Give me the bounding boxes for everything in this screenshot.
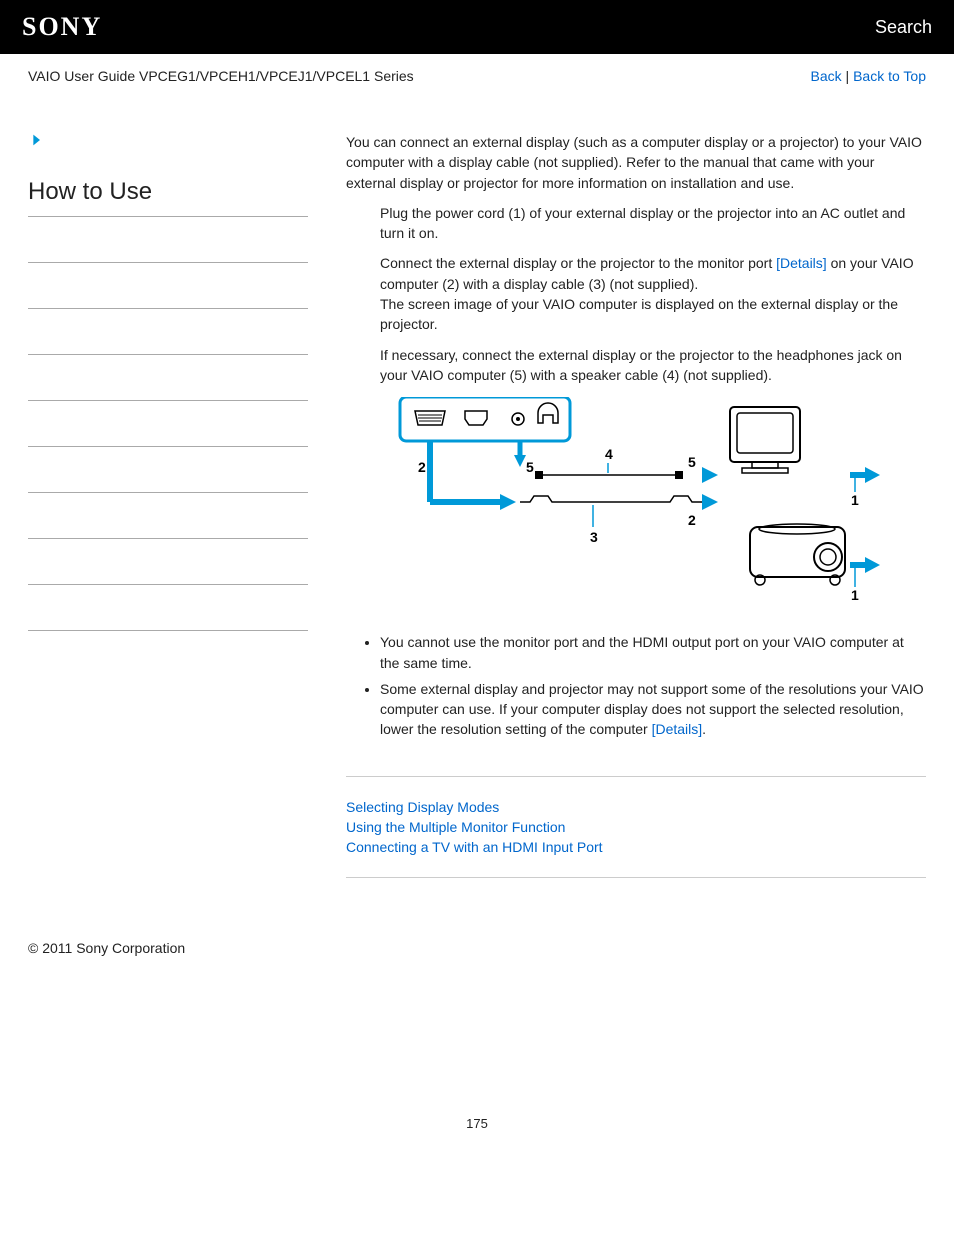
diagram-label-1b: 1 (851, 587, 859, 603)
sidebar-row[interactable] (28, 401, 308, 447)
steps: Plug the power cord (1) of your external… (346, 203, 926, 385)
diagram-label-5: 5 (526, 459, 534, 475)
intro-paragraph: You can connect an external display (suc… (346, 132, 926, 193)
sidebar-title: How to Use (28, 178, 308, 217)
step-2-text-c: The screen image of your VAIO computer i… (380, 296, 898, 332)
guide-title: VAIO User Guide VPCEG1/VPCEH1/VPCEJ1/VPC… (28, 68, 414, 84)
back-to-top-link[interactable]: Back to Top (853, 68, 926, 84)
chevron-right-icon[interactable] (28, 132, 44, 148)
step-2-text-a: Connect the external display or the proj… (380, 255, 776, 271)
note-text-b: . (702, 721, 706, 737)
related-link[interactable]: Using the Multiple Monitor Function (346, 819, 926, 835)
related-link[interactable]: Selecting Display Modes (346, 799, 926, 815)
breadcrumb-row: VAIO User Guide VPCEG1/VPCEH1/VPCEJ1/VPC… (0, 54, 954, 92)
diagram-label-1a: 1 (851, 492, 859, 508)
copyright: © 2011 Sony Corporation (0, 900, 954, 996)
sidebar-row[interactable] (28, 539, 308, 585)
related-links: Selecting Display Modes Using the Multip… (346, 799, 926, 855)
nav-links: Back | Back to Top (811, 68, 926, 84)
content: How to Use You can connect an external d… (0, 92, 954, 900)
sidebar-row[interactable] (28, 493, 308, 539)
diagram-label-3: 3 (590, 529, 598, 545)
note-item: Some external display and projector may … (380, 679, 926, 740)
divider (346, 877, 926, 878)
details-link[interactable]: [Details] (652, 721, 703, 737)
sidebar-row[interactable] (28, 355, 308, 401)
connection-diagram: 2 5 4 3 5 (380, 397, 926, 610)
back-link[interactable]: Back (811, 68, 842, 84)
sidebar-row[interactable] (28, 585, 308, 631)
sidebar-row[interactable] (28, 217, 308, 263)
sidebar-row[interactable] (28, 309, 308, 355)
page-number: 175 (0, 1116, 954, 1161)
search-link[interactable]: Search (875, 17, 932, 38)
sony-logo: SONY (22, 12, 102, 42)
sidebar-row[interactable] (28, 263, 308, 309)
diagram-label-2: 2 (418, 459, 426, 475)
details-link[interactable]: [Details] (776, 255, 827, 271)
diagram-label-5b: 5 (688, 454, 696, 470)
step-1: Plug the power cord (1) of your external… (380, 203, 926, 244)
sidebar-row[interactable] (28, 447, 308, 493)
related-link[interactable]: Connecting a TV with an HDMI Input Port (346, 839, 926, 855)
step-3: If necessary, connect the external displ… (380, 345, 926, 386)
top-bar: SONY Search (0, 0, 954, 54)
diagram-label-2b: 2 (688, 512, 696, 528)
sidebar: How to Use (28, 132, 328, 900)
nav-separator: | (842, 68, 853, 84)
step-2: Connect the external display or the proj… (380, 253, 926, 334)
divider (346, 776, 926, 777)
note-item: You cannot use the monitor port and the … (380, 632, 926, 673)
notes-list: You cannot use the monitor port and the … (346, 632, 926, 739)
diagram-label-4: 4 (605, 446, 613, 462)
main-content: You can connect an external display (suc… (328, 132, 926, 900)
